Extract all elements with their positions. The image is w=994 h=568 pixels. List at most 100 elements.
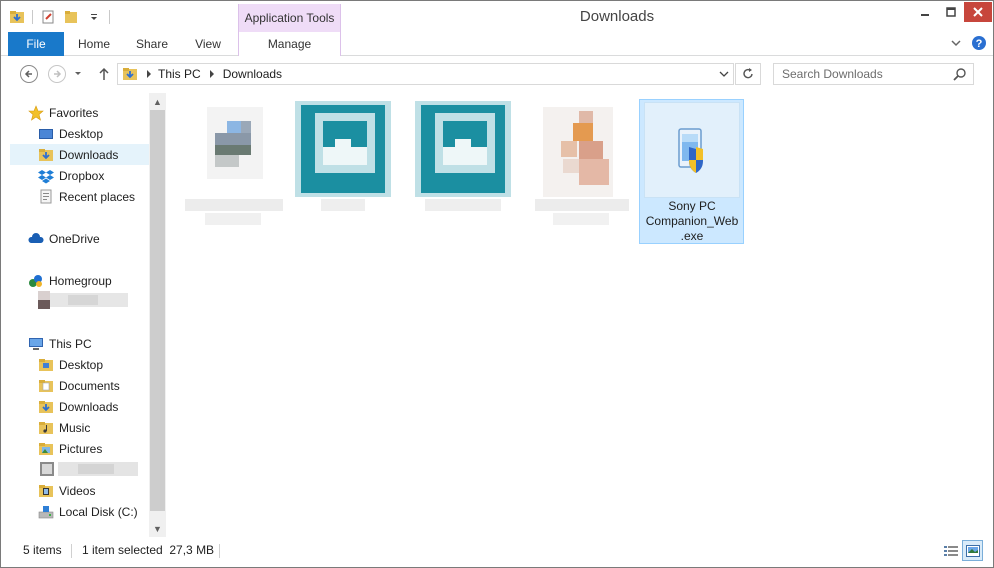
chevron-down-icon [719,71,729,77]
details-view-button[interactable] [940,540,961,561]
nav-label: Dropbox [59,168,105,183]
customize-toolbar-icon[interactable] [84,7,104,27]
svg-text:?: ? [976,38,983,50]
recent-locations-button[interactable] [71,64,85,84]
file-tile[interactable] [291,99,395,241]
file-name-line: Companion_Web [645,214,739,228]
pictures-folder-icon [38,441,54,457]
nav-thispc-downloads[interactable]: Downloads [11,396,148,417]
file-name-line: Sony PC [668,199,716,213]
search-icon[interactable] [953,67,967,84]
close-button[interactable] [964,2,992,22]
address-bar[interactable]: This PC Downloads [117,63,734,85]
back-button[interactable] [18,64,40,84]
breadcrumb-separator-icon[interactable] [209,70,215,78]
redacted-file-name [205,213,261,225]
tab-view[interactable]: View [185,32,231,56]
nav-favorites-desktop[interactable]: Desktop [11,123,148,144]
nav-label: Documents [59,378,120,393]
up-arrow-icon [99,67,109,80]
downloads-folder-icon [38,399,54,415]
image-thumbnail-icon [295,101,391,197]
nav-thispc-documents[interactable]: Documents [11,375,148,396]
close-icon [973,7,983,17]
nav-favorites-label: Favorites [49,105,99,120]
nav-label: Homegroup [49,273,112,288]
nav-onedrive[interactable]: OneDrive [11,228,148,249]
videos-folder-icon [38,483,54,499]
nav-favorites-downloads[interactable]: Downloads [10,144,149,165]
nav-favorites[interactable]: Favorites [11,102,148,123]
up-button[interactable] [93,64,115,84]
tab-share[interactable]: Share [129,32,175,56]
breadcrumb-downloads[interactable]: Downloads [223,67,282,81]
ribbon-tabs: File Home Share View Manage ? [1,32,993,56]
recent-places-icon [38,189,54,205]
title-bar: Application Tools Downloads [1,1,993,32]
computer-icon [28,336,44,352]
nav-label: Desktop [59,357,104,372]
navpane-scrollbar[interactable]: ▲ ▼ [149,93,166,537]
new-folder-icon[interactable] [61,7,81,27]
help-icon[interactable]: ? [971,35,987,54]
refresh-icon [743,68,753,79]
nav-label: Recent places [59,189,136,204]
maximize-button[interactable] [938,2,964,22]
forward-button[interactable] [46,64,68,84]
search-input[interactable] [782,67,952,81]
nav-homegroup[interactable]: Homegroup [11,270,148,291]
redacted-device-item [38,460,140,478]
nav-thispc-local-disk[interactable]: Local Disk (C:) [11,501,148,522]
nav-thispc-videos[interactable]: Videos [11,480,148,501]
nav-thispc-music[interactable]: Music [11,417,148,438]
breadcrumb-this-pc[interactable]: This PC [158,67,201,81]
address-history-button[interactable] [719,69,729,79]
scroll-down-arrow-icon[interactable]: ▼ [149,520,166,537]
nav-thispc-pictures[interactable]: Pictures [11,438,148,459]
file-tile[interactable] [529,99,633,241]
item-count: 5 items [23,543,62,557]
nav-favorites-dropbox[interactable]: Dropbox [11,165,148,186]
large-icons-view-button[interactable] [962,540,983,561]
minimize-button[interactable] [911,2,938,22]
forward-arrow-icon [48,65,66,83]
breadcrumb-separator-icon[interactable] [146,70,152,78]
scroll-up-arrow-icon[interactable]: ▲ [149,93,166,110]
image-thumbnail-icon [415,101,511,197]
scrollbar-thumb[interactable] [150,110,165,511]
file-thumbnail [533,101,629,197]
nav-label: Pictures [59,441,103,456]
cloud-icon [28,231,44,247]
installer-icon [644,102,740,198]
nav-label: This PC [49,336,92,351]
file-tile-selected[interactable]: Sony PC Companion_Web .exe [639,99,744,244]
redacted-file-name [185,199,283,211]
nav-label: Music [59,420,91,435]
refresh-button[interactable] [735,63,761,85]
tab-file[interactable]: File [8,32,64,56]
window-title: Downloads [579,8,655,25]
file-thumbnail [187,101,283,197]
nav-this-pc[interactable]: This PC [11,333,148,354]
tab-manage[interactable]: Manage [238,32,341,56]
dropbox-icon [38,168,54,184]
redacted-file-name [553,213,609,225]
nav-favorites-recent-places[interactable]: Recent places [11,186,148,207]
redacted-file-name [425,199,501,211]
nav-thispc-desktop[interactable]: Desktop [11,354,148,375]
qat-separator [32,10,33,24]
chevron-down-icon[interactable] [950,37,962,52]
tab-home[interactable]: Home [70,32,118,56]
folder-down-icon[interactable] [7,7,27,27]
file-tile[interactable] [411,99,515,241]
file-name-label: Sony PC Companion_Web .exe [642,199,742,244]
file-tile[interactable] [183,99,287,241]
music-folder-icon [38,420,54,436]
file-view: Sony PC Companion_Web .exe [167,93,993,537]
selection-info: 1 item selected 27,3 MB [82,543,215,557]
status-separator [219,544,220,558]
folder-icon [38,357,54,373]
downloads-folder-icon [122,66,138,82]
search-box[interactable] [773,63,974,85]
properties-icon[interactable] [38,7,58,27]
